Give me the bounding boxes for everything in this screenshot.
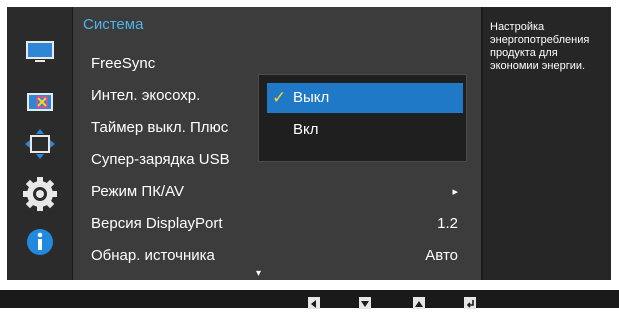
menu-item-label: Супер-зарядка USB xyxy=(91,151,230,168)
option-label: Вкл xyxy=(293,121,319,138)
menu-title: Система xyxy=(83,16,144,33)
info-icon[interactable] xyxy=(23,225,57,259)
screen-adjust-icon[interactable] xyxy=(23,85,57,119)
eco-saving-submenu: ✓ Выкл Вкл xyxy=(258,74,467,162)
menu-item-label: Версия DisplayPort xyxy=(91,215,223,232)
check-icon: ✓ xyxy=(272,88,287,107)
menu-item-label: FreeSync xyxy=(91,55,156,72)
enter-icon xyxy=(464,297,476,309)
left-arrow-icon xyxy=(308,297,320,309)
help-panel: Настройка энергопотребления продукта для… xyxy=(483,7,611,280)
menu-item-displayport-version[interactable]: Версия DisplayPort 1.2 xyxy=(91,209,476,239)
menu-item-label: Таймер выкл. Плюс xyxy=(91,119,229,136)
menu-item-label: Обнар. источника xyxy=(91,247,215,264)
menu-item-label: Режим ПК/AV xyxy=(91,183,184,200)
menu-item-label: Интел. экосохр. xyxy=(91,87,201,104)
option-label: Выкл xyxy=(293,89,330,106)
menu-item-source-detection[interactable]: Обнар. источника Авто xyxy=(91,241,476,271)
submenu-arrow-icon: ▸ xyxy=(452,186,458,198)
scroll-down-icon: ▾ xyxy=(256,268,262,279)
system-gear-icon[interactable] xyxy=(23,177,57,211)
up-arrow-icon xyxy=(413,297,425,309)
down-arrow-icon xyxy=(359,297,371,309)
option-off[interactable]: ✓ Выкл xyxy=(267,83,463,113)
menu-item-value: 1.2 xyxy=(437,215,458,232)
menu-item-pc-av-mode[interactable]: Режим ПК/AV ▸ xyxy=(91,177,476,207)
option-on[interactable]: Вкл xyxy=(267,115,463,145)
sidebar xyxy=(7,7,72,280)
monitor-picture-icon[interactable] xyxy=(23,35,57,69)
help-text: Настройка энергопотребления продукта для… xyxy=(490,21,590,72)
position-icon[interactable] xyxy=(23,127,57,161)
menu-item-value: Авто xyxy=(425,247,458,264)
